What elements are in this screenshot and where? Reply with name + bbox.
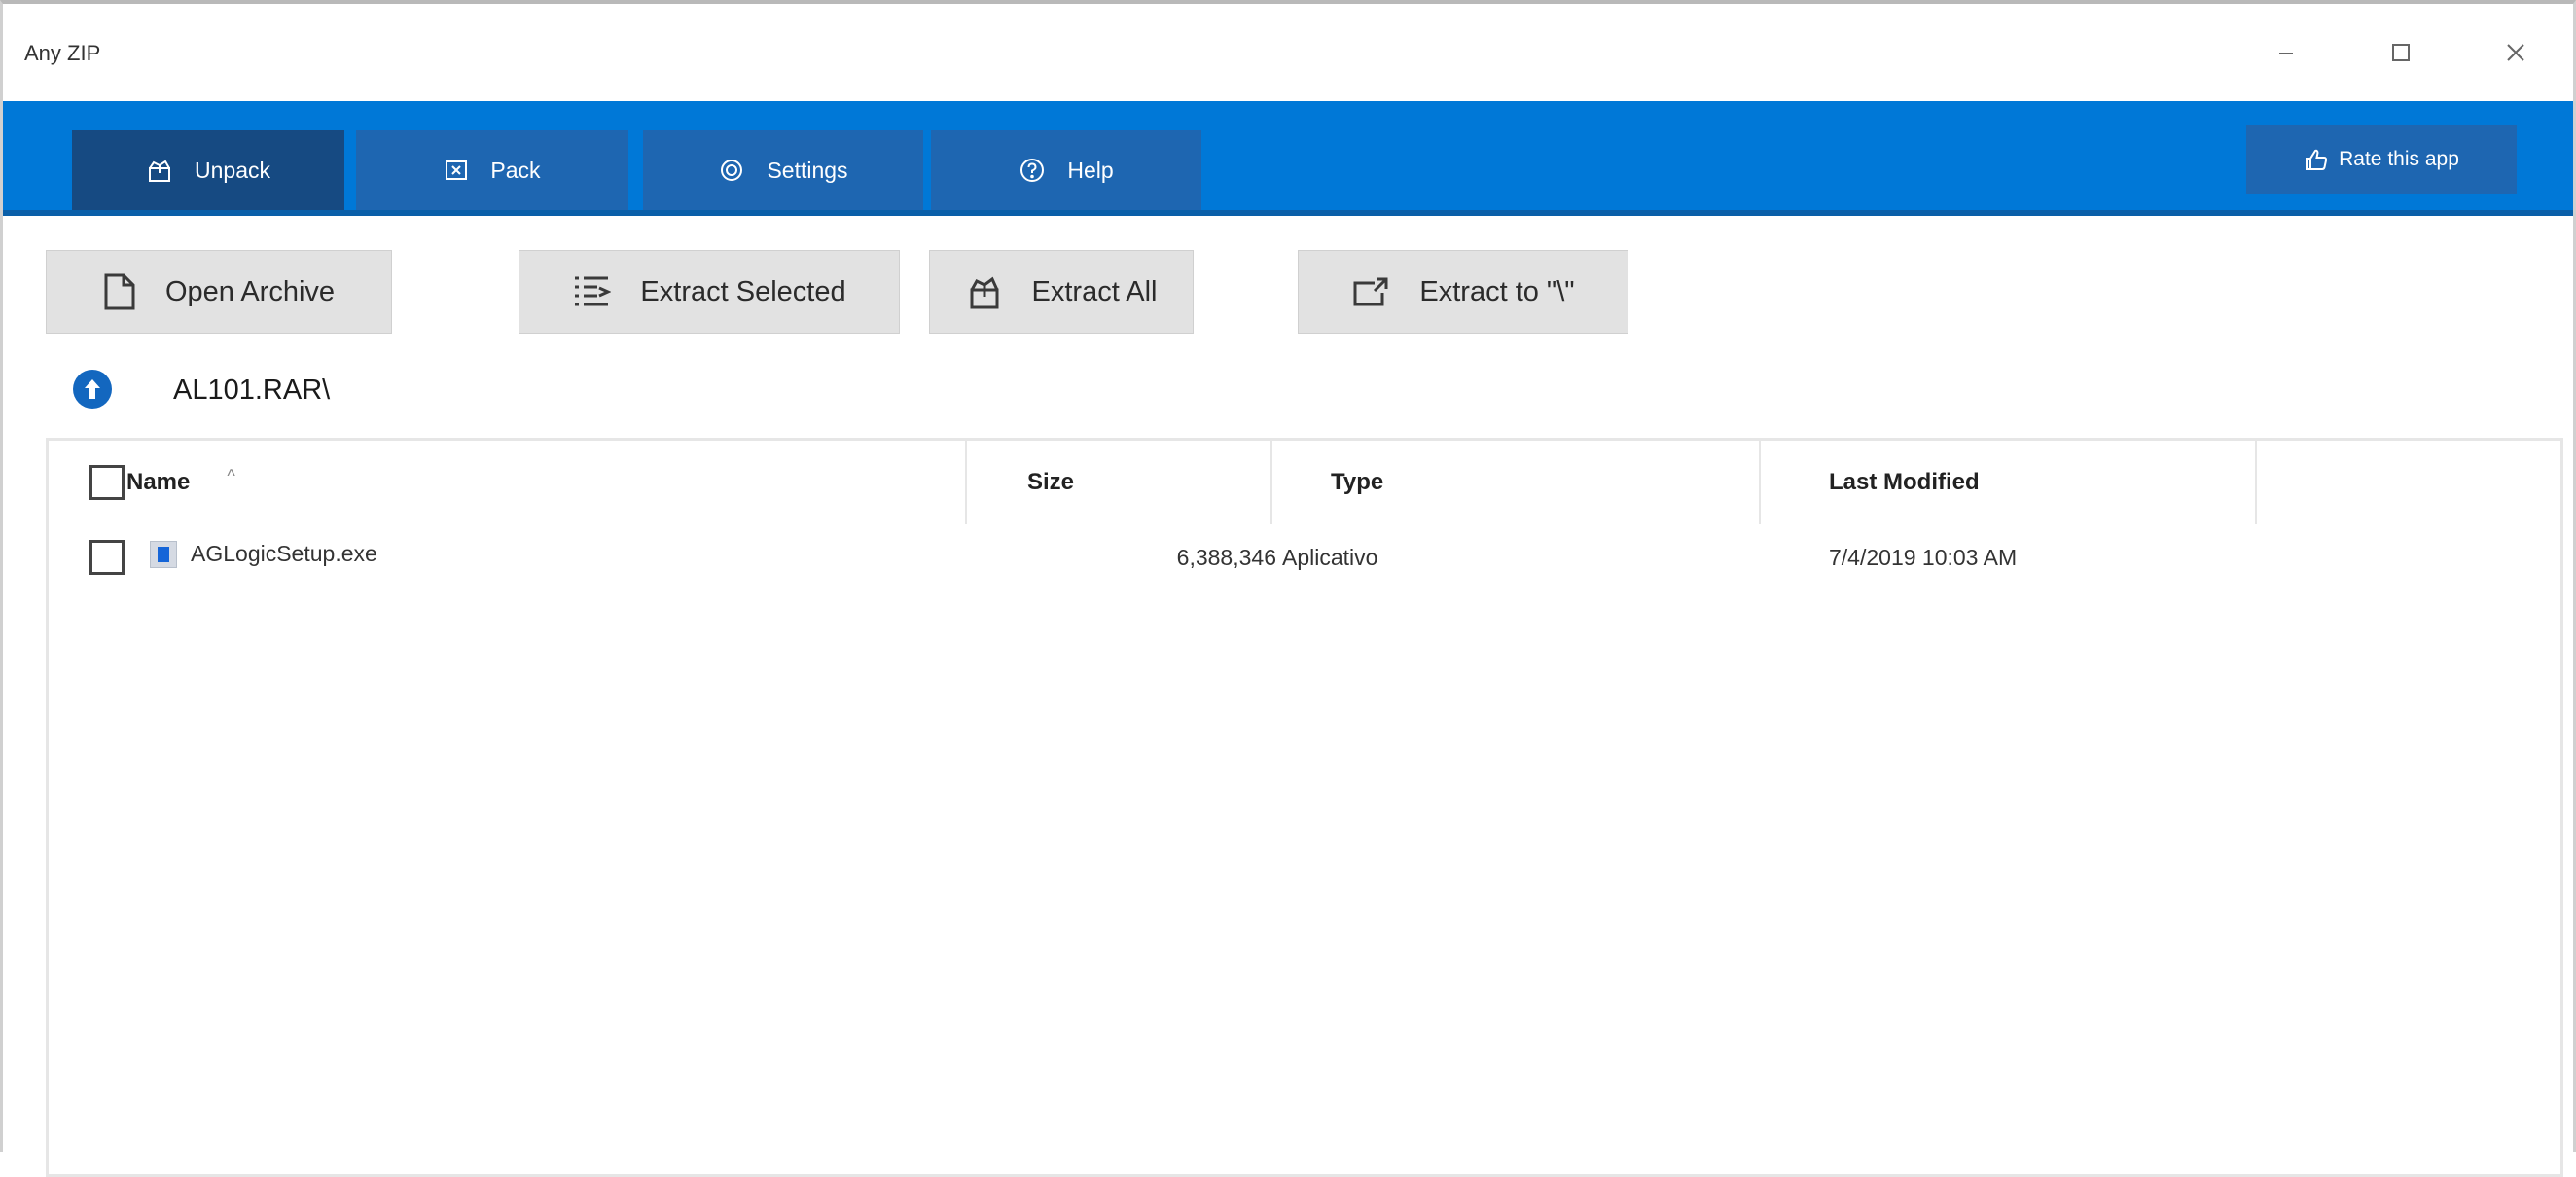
column-header-type[interactable]: Type	[1272, 441, 1761, 524]
file-list: Name ^ Size Type Last Modified AGLogicSe…	[46, 438, 2563, 1177]
extract-selected-button[interactable]: Extract Selected	[519, 250, 900, 334]
table-row[interactable]: AGLogicSetup.exe 6,388,346 Aplicativo 7/…	[49, 528, 2257, 587]
tab-help[interactable]: Help	[931, 130, 1201, 210]
open-archive-label: Open Archive	[164, 275, 336, 307]
document-icon	[103, 272, 136, 311]
maximize-button[interactable]	[2343, 4, 2458, 101]
row-checkbox[interactable]	[89, 540, 125, 575]
navigate-up-button[interactable]	[73, 370, 112, 409]
help-icon	[1019, 157, 1046, 184]
column-header-size[interactable]: Size	[967, 441, 1272, 524]
list-extract-icon	[572, 274, 612, 309]
file-modified: 7/4/2019 10:03 AM	[1829, 544, 2018, 570]
tab-settings[interactable]: Settings	[643, 130, 923, 210]
app-title: Any ZIP	[24, 41, 101, 65]
column-header-name[interactable]: Name ^	[49, 441, 967, 524]
file-name: AGLogicSetup.exe	[191, 540, 377, 566]
extract-to-label: Extract to "\"	[1419, 275, 1575, 307]
app-window: Any ZIP Unpack Pack Settings Help Rate t…	[0, 0, 2576, 1177]
column-type-label: Type	[1331, 469, 1384, 495]
current-path: AL101.RAR\	[173, 374, 331, 406]
settings-icon	[718, 157, 745, 184]
box-open-icon	[966, 273, 1003, 310]
pack-icon	[444, 158, 469, 183]
minimize-button[interactable]	[2229, 4, 2343, 101]
executable-file-icon	[150, 541, 177, 568]
column-header-modified[interactable]: Last Modified	[1761, 441, 2257, 524]
file-size: 6,388,346	[1176, 544, 1276, 570]
file-type: Aplicativo	[1282, 544, 1378, 570]
file-list-header: Name ^ Size Type Last Modified	[49, 441, 2257, 524]
unpack-icon	[146, 157, 173, 184]
row-name-cell: AGLogicSetup.exe	[89, 528, 377, 587]
minimize-icon	[2279, 53, 2293, 54]
arrow-up-icon	[85, 379, 100, 399]
tab-settings-label: Settings	[767, 157, 848, 183]
tab-pack-label: Pack	[490, 157, 541, 183]
rate-app-label: Rate this app	[2339, 148, 2459, 170]
extract-selected-label: Extract Selected	[640, 275, 846, 307]
nav-bar-divider	[3, 210, 2573, 216]
select-all-checkbox[interactable]	[89, 465, 125, 500]
column-modified-label: Last Modified	[1829, 469, 1980, 495]
title-bar: Any ZIP	[3, 4, 2573, 101]
column-size-label: Size	[1027, 469, 1075, 495]
maximize-icon	[2392, 44, 2410, 61]
extract-all-label: Extract All	[1031, 275, 1158, 307]
sort-ascending-icon: ^	[227, 465, 235, 485]
tab-pack[interactable]: Pack	[356, 130, 628, 210]
export-icon	[1351, 275, 1390, 308]
extract-to-button[interactable]: Extract to "\"	[1298, 250, 1628, 334]
thumbs-up-icon	[2304, 147, 2329, 172]
column-name-label: Name	[126, 469, 191, 495]
extract-all-button[interactable]: Extract All	[929, 250, 1194, 334]
tab-help-label: Help	[1067, 157, 1114, 183]
tab-unpack-label: Unpack	[195, 157, 270, 183]
nav-bar: Unpack Pack Settings Help Rate this app	[3, 101, 2573, 216]
window-controls	[2229, 4, 2573, 101]
close-icon	[2507, 44, 2524, 61]
rate-app-button[interactable]: Rate this app	[2246, 125, 2517, 194]
close-button[interactable]	[2458, 4, 2573, 101]
tab-unpack[interactable]: Unpack	[72, 130, 344, 210]
open-archive-button[interactable]: Open Archive	[46, 250, 392, 334]
